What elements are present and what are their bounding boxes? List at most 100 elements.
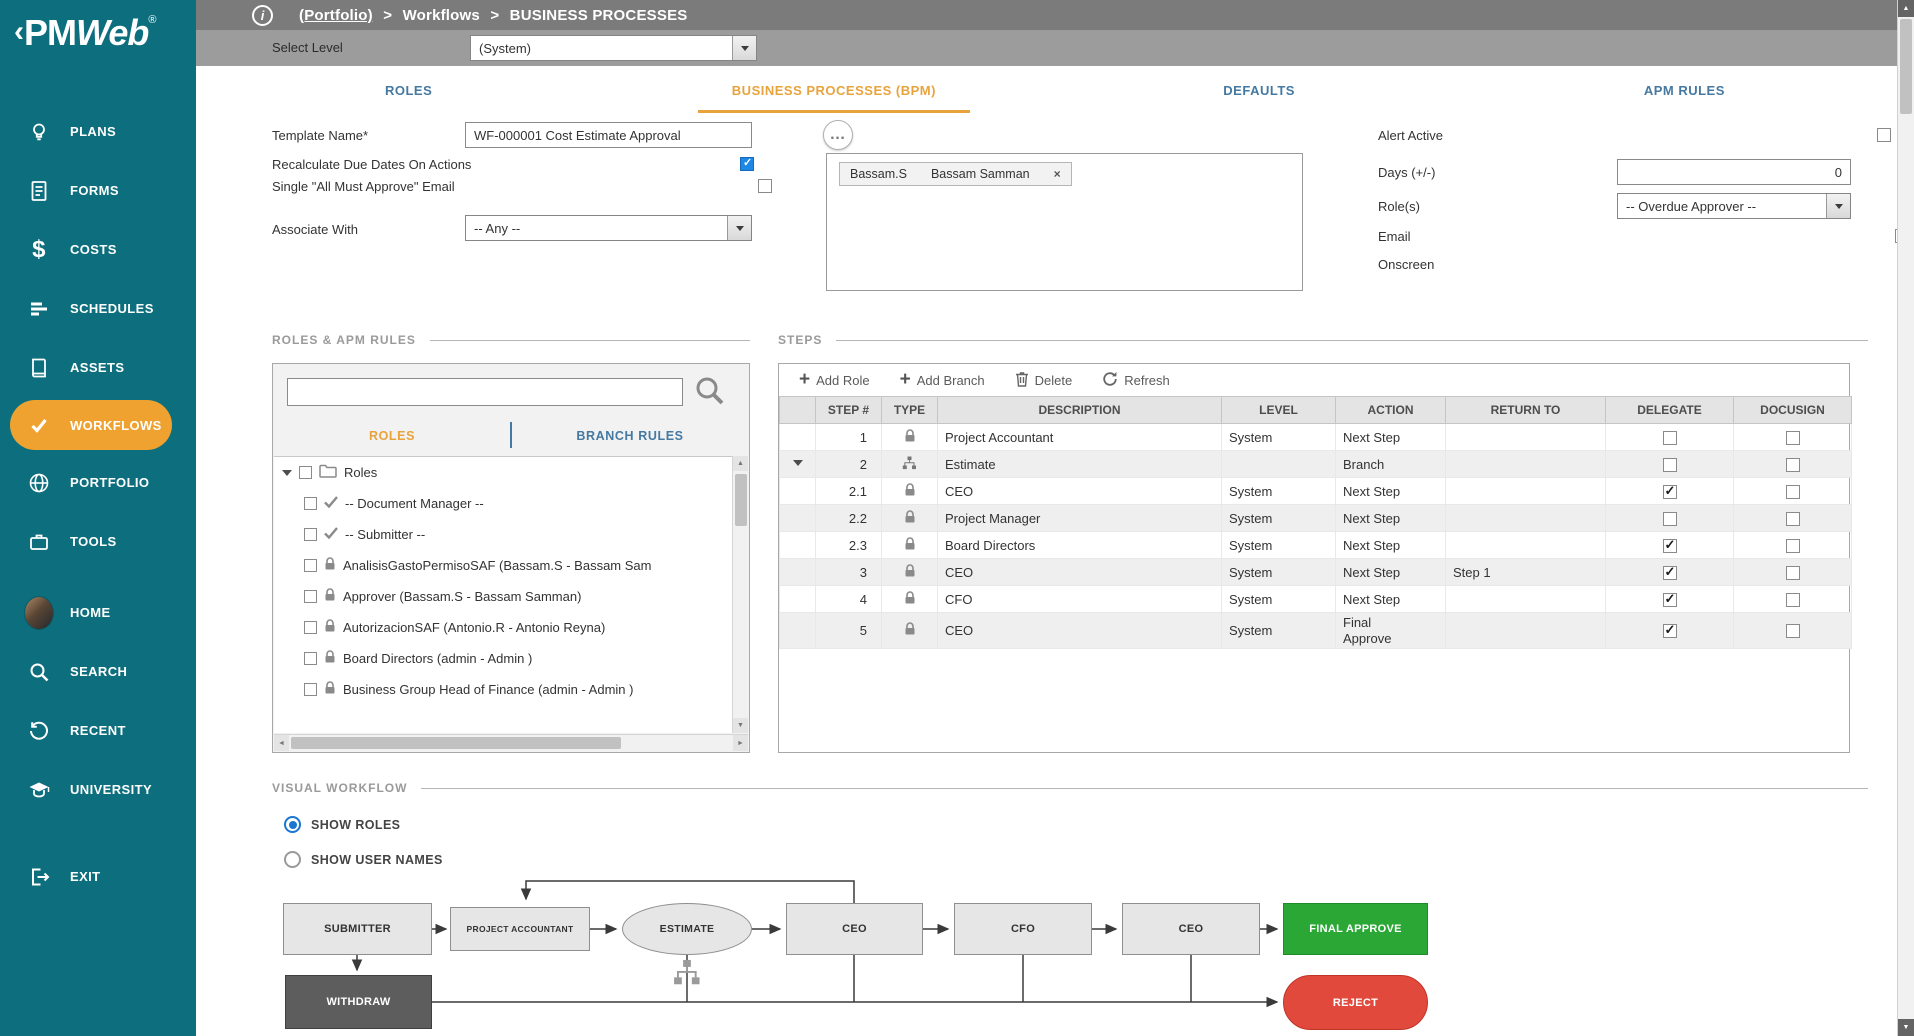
pmweb-logo[interactable]: ‹PMWeb®: [0, 0, 196, 78]
chevron-down-icon[interactable]: [732, 36, 756, 60]
table-row[interactable]: 3 CEO System Next Step Step 1: [780, 559, 1852, 586]
scroll-down-button[interactable]: ▼: [733, 718, 748, 733]
sidebar-item-costs[interactable]: $ COSTS: [0, 220, 196, 279]
tree-checkbox[interactable]: [304, 497, 317, 510]
show-user-names-option[interactable]: SHOW USER NAMES: [284, 851, 443, 868]
table-row[interactable]: 2.1 CEO System Next Step: [780, 478, 1852, 505]
page-vertical-scrollbar[interactable]: ▲ ▼: [1897, 0, 1914, 1036]
tree-item[interactable]: AnalisisGastoPermisoSAF (Bassam.S - Bass…: [274, 550, 732, 581]
workflow-node-project-accountant[interactable]: PROJECT ACCOUNTANT: [450, 907, 590, 951]
tree-item[interactable]: Board Directors (admin - Admin ): [274, 643, 732, 674]
assignees-box[interactable]: Bassam.S Bassam Samman ×: [826, 153, 1303, 291]
breadcrumb-portfolio-link[interactable]: (Portfolio): [299, 7, 373, 24]
tree-checkbox[interactable]: [304, 528, 317, 541]
assignee-chip[interactable]: Bassam.S Bassam Samman ×: [839, 162, 1072, 186]
sidebar-item-university[interactable]: UNIVERSITY: [0, 760, 196, 819]
delegate-checkbox[interactable]: [1663, 458, 1677, 472]
chip-close-icon[interactable]: ×: [1054, 167, 1061, 181]
tab-apm-rules[interactable]: APM RULES: [1472, 66, 1897, 113]
workflow-node-reject[interactable]: REJECT: [1283, 975, 1428, 1030]
workflow-node-ceo-2[interactable]: CEO: [1122, 903, 1260, 955]
table-row[interactable]: 2.2 Project Manager System Next Step: [780, 505, 1852, 532]
roles-search-input[interactable]: [287, 378, 683, 406]
tree-vertical-scrollbar[interactable]: ▲ ▼: [732, 456, 748, 733]
expander-icon[interactable]: [282, 470, 292, 481]
scroll-thumb[interactable]: [1900, 19, 1912, 114]
workflow-node-estimate[interactable]: ESTIMATE: [622, 903, 752, 955]
associate-with-dropdown[interactable]: -- Any --: [465, 215, 752, 241]
tree-checkbox[interactable]: [304, 621, 317, 634]
scroll-down-button[interactable]: ▼: [1898, 1019, 1914, 1036]
scroll-up-button[interactable]: ▲: [1898, 0, 1914, 17]
sidebar-item-forms[interactable]: FORMS: [0, 161, 196, 220]
docusign-checkbox[interactable]: [1786, 431, 1800, 445]
docusign-checkbox[interactable]: [1786, 539, 1800, 553]
add-role-button[interactable]: +Add Role: [799, 372, 870, 389]
sidebar-item-home[interactable]: HOME: [0, 583, 196, 642]
tree-root-row[interactable]: Roles: [274, 457, 732, 488]
tree-checkbox[interactable]: [304, 590, 317, 603]
select-level-dropdown[interactable]: (System): [470, 35, 757, 61]
delegate-checkbox[interactable]: [1663, 431, 1677, 445]
recalc-due-dates-checkbox[interactable]: [740, 157, 754, 171]
search-icon[interactable]: [693, 374, 727, 413]
show-roles-option[interactable]: SHOW ROLES: [284, 816, 400, 833]
delegate-checkbox[interactable]: [1663, 539, 1677, 553]
overdue-role-dropdown[interactable]: -- Overdue Approver --: [1617, 193, 1851, 219]
delegate-checkbox[interactable]: [1663, 593, 1677, 607]
tree-checkbox[interactable]: [304, 683, 317, 696]
sidebar-item-exit[interactable]: EXIT: [0, 847, 196, 906]
tree-checkbox[interactable]: [304, 652, 317, 665]
alert-active-checkbox[interactable]: [1877, 128, 1891, 142]
show-user-names-radio[interactable]: [284, 851, 301, 868]
tab-defaults[interactable]: DEFAULTS: [1047, 66, 1472, 113]
delete-button[interactable]: Delete: [1015, 371, 1073, 390]
scroll-up-button[interactable]: ▲: [733, 456, 748, 471]
scroll-thumb[interactable]: [735, 474, 747, 526]
more-options-button[interactable]: …: [823, 120, 853, 150]
info-icon[interactable]: i: [252, 5, 273, 26]
tree-item[interactable]: AutorizacionSAF (Antonio.R - Antonio Rey…: [274, 612, 732, 643]
days-input[interactable]: [1617, 159, 1851, 185]
sidebar-item-recent[interactable]: RECENT: [0, 701, 196, 760]
tree-checkbox[interactable]: [304, 559, 317, 572]
sidebar-item-schedules[interactable]: SCHEDULES: [0, 279, 196, 338]
branch-rules-subtab[interactable]: BRANCH RULES: [511, 420, 749, 452]
refresh-button[interactable]: Refresh: [1102, 371, 1170, 390]
chevron-down-icon[interactable]: [727, 216, 751, 240]
tree-item[interactable]: Business Group Head of Finance (admin - …: [274, 674, 732, 705]
table-row[interactable]: 2.3 Board Directors System Next Step: [780, 532, 1852, 559]
collapse-branch-icon[interactable]: [793, 460, 803, 471]
workflow-node-submitter[interactable]: SUBMITTER: [283, 903, 432, 955]
tab-roles[interactable]: ROLES: [196, 66, 621, 113]
roles-subtab[interactable]: ROLES: [273, 420, 511, 452]
scroll-thumb[interactable]: [291, 737, 621, 749]
tree-item[interactable]: Approver (Bassam.S - Bassam Samman): [274, 581, 732, 612]
scroll-right-button[interactable]: ►: [733, 735, 748, 751]
workflow-node-cfo[interactable]: CFO: [954, 903, 1092, 955]
workflow-node-withdraw[interactable]: WITHDRAW: [285, 975, 432, 1029]
tree-checkbox[interactable]: [299, 466, 312, 479]
table-row[interactable]: 5 CEO System Final Approve: [780, 613, 1852, 649]
sidebar-item-portfolio[interactable]: PORTFOLIO: [0, 453, 196, 512]
table-row[interactable]: 2 Estimate Branch: [780, 451, 1852, 478]
workflow-node-ceo-1[interactable]: CEO: [786, 903, 923, 955]
delegate-checkbox[interactable]: [1663, 485, 1677, 499]
docusign-checkbox[interactable]: [1786, 485, 1800, 499]
docusign-checkbox[interactable]: [1786, 593, 1800, 607]
workflow-node-final-approve[interactable]: FINAL APPROVE: [1283, 903, 1428, 955]
docusign-checkbox[interactable]: [1786, 566, 1800, 580]
scroll-left-button[interactable]: ◄: [274, 735, 289, 751]
tab-business-processes[interactable]: BUSINESS PROCESSES (BPM): [621, 66, 1046, 113]
tree-horizontal-scrollbar[interactable]: ◄ ►: [274, 734, 748, 751]
single-email-checkbox[interactable]: [758, 179, 772, 193]
table-row[interactable]: 1 Project Accountant System Next Step: [780, 424, 1852, 451]
table-row[interactable]: 4 CFO System Next Step: [780, 586, 1852, 613]
delegate-checkbox[interactable]: [1663, 566, 1677, 580]
sidebar-item-assets[interactable]: ASSETS: [0, 338, 196, 397]
add-branch-button[interactable]: +Add Branch: [900, 372, 985, 389]
docusign-checkbox[interactable]: [1786, 458, 1800, 472]
sidebar-item-search[interactable]: SEARCH: [0, 642, 196, 701]
chevron-down-icon[interactable]: [1826, 194, 1850, 218]
delegate-checkbox[interactable]: [1663, 512, 1677, 526]
